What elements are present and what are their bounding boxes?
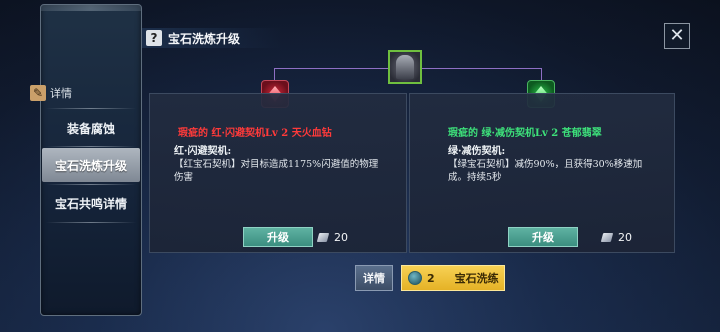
upgrade-cost-value: 20 bbox=[618, 231, 632, 244]
sidebar-divider bbox=[46, 184, 136, 185]
gem-effect-title: 绿·减伤契机: bbox=[448, 146, 506, 157]
upgrade-stone-icon bbox=[316, 233, 330, 242]
gem-wash-label: 宝石洗练 bbox=[454, 272, 499, 285]
character-icon bbox=[396, 55, 414, 79]
sidebar-item-gem-resonance[interactable]: 宝石共鸣详情 bbox=[42, 186, 140, 220]
wash-stone-count: 2 bbox=[427, 271, 435, 285]
details-button-label: 详情 bbox=[363, 272, 385, 285]
info-icon: ? bbox=[146, 30, 162, 46]
sidebar-edge bbox=[41, 5, 141, 11]
gem-wash-button[interactable]: 2 宝石洗练 bbox=[401, 265, 505, 291]
upgrade-button-label: 升级 bbox=[267, 231, 289, 244]
sidebar-item-label: 宝石共鸣详情 bbox=[54, 196, 127, 211]
scroll-icon: ✎ bbox=[30, 85, 46, 101]
sidebar-divider bbox=[46, 146, 136, 147]
gem-effect-title: 红·闪避契机: bbox=[174, 146, 232, 157]
sidebar-item-label: 装备腐蚀 bbox=[66, 121, 115, 136]
gem-card-red: 瑕疵的 红·闪避契机Lv 2 天火血钻 红·闪避契机: 【红宝石契机】对目标造成… bbox=[149, 93, 407, 253]
sidebar-detail-tag[interactable]: ✎ 详情 bbox=[30, 84, 72, 102]
upgrade-stone-icon bbox=[600, 233, 614, 242]
page-title-bar: ? 宝石洗炼升级 bbox=[142, 28, 282, 48]
sidebar-detail-label: 详情 bbox=[50, 87, 72, 100]
gem-effect-description: 【红宝石契机】对目标造成1175%闪避值的物理伤害 bbox=[174, 159, 379, 183]
sidebar-divider bbox=[46, 108, 136, 109]
details-button[interactable]: 详情 bbox=[355, 265, 393, 291]
upgrade-cost: 20 bbox=[600, 231, 632, 244]
sidebar-item-equipment-corrosion[interactable]: 装备腐蚀 bbox=[42, 111, 140, 145]
upgrade-cost: 20 bbox=[316, 231, 348, 244]
gem-effect-description: 【绿宝石契机】减伤90%，且获得30%移速加成。持续5秒 bbox=[448, 159, 643, 183]
close-button[interactable]: ✕ bbox=[664, 23, 690, 49]
close-icon: ✕ bbox=[669, 25, 685, 46]
sidebar-divider bbox=[46, 222, 136, 223]
upgrade-button[interactable]: 升级 bbox=[243, 227, 313, 247]
gem-name: 瑕疵的 绿·减伤契机Lv 2 苍郁翡翠 bbox=[448, 128, 602, 139]
upgrade-button-label: 升级 bbox=[532, 231, 554, 244]
upgrade-button[interactable]: 升级 bbox=[508, 227, 578, 247]
gem-card-green: 瑕疵的 绿·减伤契机Lv 2 苍郁翡翠 绿·减伤契机: 【绿宝石契机】减伤90%… bbox=[409, 93, 675, 253]
gem-name: 瑕疵的 红·闪避契机Lv 2 天火血钻 bbox=[178, 128, 332, 139]
wash-stone-icon bbox=[408, 271, 422, 285]
center-gem-portrait[interactable] bbox=[388, 50, 422, 84]
sidebar-item-gem-wash-upgrade[interactable]: 宝石洗炼升级 bbox=[42, 148, 140, 182]
page-title: 宝石洗炼升级 bbox=[168, 31, 241, 46]
upgrade-cost-value: 20 bbox=[334, 231, 348, 244]
sidebar-item-label: 宝石洗炼升级 bbox=[54, 158, 127, 173]
